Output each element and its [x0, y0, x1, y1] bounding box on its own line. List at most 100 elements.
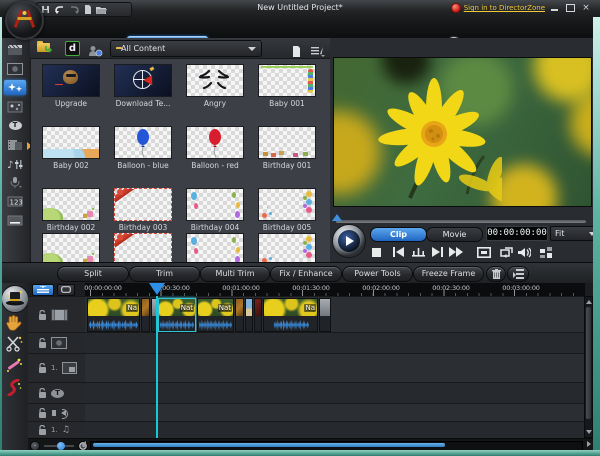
zoom-slider[interactable]: [44, 442, 74, 450]
magic-cut-icon[interactable]: [5, 335, 23, 356]
preview-seek-bar[interactable]: [336, 220, 586, 223]
library-item-balloon-red[interactable]: Balloon - red: [181, 126, 249, 170]
zoom-slider-thumb[interactable]: [57, 442, 65, 450]
library-item-birthday-001[interactable]: Birthday 001: [253, 126, 321, 170]
timeline-clip[interactable]: Na: [87, 298, 140, 332]
magic-style-icon[interactable]: [5, 378, 23, 400]
library-item-angry[interactable]: Angry: [181, 64, 249, 108]
next-frame-button[interactable]: [429, 246, 445, 258]
library-item-baby-002[interactable]: Baby 002: [37, 126, 105, 170]
subtitle-room-icon[interactable]: [4, 213, 26, 228]
timeline-clip-selected[interactable]: Nat: [158, 298, 196, 332]
movie-mode-button[interactable]: Movie: [426, 227, 483, 242]
timeline-view-button[interactable]: [32, 283, 54, 296]
signin-directorzone-link[interactable]: Sign in to DirectorZone: [450, 3, 545, 13]
library-item-partial[interactable]: [253, 233, 321, 263]
open-project-icon[interactable]: [96, 5, 107, 14]
lock-icon[interactable]: [38, 338, 47, 348]
delete-button[interactable]: [486, 266, 506, 282]
magic-fix-icon[interactable]: [5, 357, 23, 378]
content-filter-dropdown[interactable]: All Content: [110, 40, 262, 57]
library-item-partial[interactable]: [109, 233, 177, 263]
scroll-left-icon[interactable]: [82, 441, 86, 447]
transition-room-icon[interactable]: [4, 137, 26, 152]
library-item-birthday-002[interactable]: Birthday 002: [37, 188, 105, 232]
voiceover-room-icon[interactable]: [4, 175, 26, 190]
video-track[interactable]: Na Nat Nat Na: [85, 296, 584, 333]
directorzone-icon[interactable]: d: [65, 41, 80, 56]
undo-icon[interactable]: [54, 5, 65, 14]
fix-enhance-button[interactable]: Fix / Enhance: [270, 266, 342, 282]
scroll-right-icon[interactable]: [587, 441, 591, 447]
timeline-clip[interactable]: Na: [263, 298, 318, 332]
dual-preview-button[interactable]: [498, 246, 514, 258]
pip-objects-room-icon[interactable]: [4, 80, 26, 95]
import-media-icon[interactable]: [37, 41, 53, 53]
library-item-birthday-004[interactable]: Birthday 004: [181, 188, 249, 232]
timecode-display[interactable]: 00:00:00:00: [486, 226, 548, 241]
scroll-down-icon[interactable]: [586, 430, 592, 434]
voice-track[interactable]: [85, 403, 584, 422]
audio-mixing-room-icon[interactable]: ♪: [4, 156, 26, 171]
timeline-clip[interactable]: [141, 298, 150, 332]
library-item-partial[interactable]: [37, 233, 105, 263]
chapter-room-icon[interactable]: 123: [4, 194, 26, 209]
library-item-upgrade[interactable]: Upgrade: [37, 64, 105, 108]
new-project-icon[interactable]: [84, 5, 92, 14]
vertical-scrollbar-thumb[interactable]: [586, 307, 591, 419]
jog-button[interactable]: [410, 246, 426, 258]
title-track[interactable]: [85, 382, 584, 404]
freeze-frame-button[interactable]: Freeze Frame: [413, 266, 484, 282]
pip-track-header[interactable]: 1.: [28, 353, 85, 382]
library-item-download-templates[interactable]: Download Te...: [109, 64, 177, 108]
playhead-marker[interactable]: [149, 283, 165, 295]
horizontal-scrollbar-thumb[interactable]: [93, 443, 445, 447]
scroll-up-icon[interactable]: [586, 300, 592, 304]
clip-mode-button[interactable]: Clip: [370, 227, 427, 242]
maximize-button[interactable]: [564, 3, 576, 13]
preview-quality-button[interactable]: [538, 246, 554, 258]
lock-icon[interactable]: [38, 309, 47, 320]
power-tools-button[interactable]: Power Tools: [342, 266, 413, 282]
music-track-header[interactable]: 1. ♫: [28, 421, 85, 438]
library-item-birthday-003[interactable]: Birthday 003: [109, 188, 177, 232]
redo-icon[interactable]: [69, 5, 80, 14]
timeline-clip[interactable]: [254, 298, 262, 332]
lock-icon[interactable]: [38, 425, 47, 435]
minimize-button[interactable]: [548, 3, 560, 13]
timeline-clip[interactable]: [245, 298, 253, 332]
lock-icon[interactable]: [38, 363, 47, 373]
effect-track[interactable]: [85, 332, 584, 354]
voice-track-header[interactable]: [28, 403, 85, 421]
play-button[interactable]: [332, 224, 366, 258]
send-to-timeline-button[interactable]: [507, 266, 529, 282]
media-room-icon[interactable]: [4, 42, 26, 57]
magic-movie-wizard-icon[interactable]: [1, 285, 29, 313]
lock-icon[interactable]: [38, 407, 47, 418]
fast-forward-button[interactable]: [448, 246, 464, 258]
pip-track[interactable]: [85, 353, 584, 383]
vertical-scrollbar[interactable]: [584, 296, 593, 438]
music-track[interactable]: [85, 421, 584, 439]
drag-tool-icon[interactable]: [4, 314, 22, 335]
split-button[interactable]: Split: [57, 266, 129, 282]
particle-room-icon[interactable]: [4, 99, 26, 114]
lock-icon[interactable]: [38, 388, 47, 398]
library-item-balloon-blue[interactable]: Balloon - blue: [109, 126, 177, 170]
timeline-clip[interactable]: [235, 298, 244, 332]
title-track-header[interactable]: T: [28, 382, 85, 403]
volume-button[interactable]: [516, 246, 532, 258]
video-track-header[interactable]: [28, 296, 85, 332]
previous-frame-button[interactable]: [390, 246, 406, 258]
preview-seek-thumb[interactable]: [332, 214, 342, 221]
stop-button[interactable]: [368, 246, 384, 258]
library-item-baby-001[interactable]: Baby 001: [253, 64, 321, 108]
title-room-icon[interactable]: T: [4, 118, 26, 133]
storyboard-view-button[interactable]: [57, 283, 75, 296]
effect-room-icon[interactable]: [4, 61, 26, 76]
playhead-line[interactable]: [156, 296, 158, 438]
timeline-clip[interactable]: [319, 298, 331, 332]
effect-track-header[interactable]: [28, 332, 85, 353]
trim-button[interactable]: Trim: [129, 266, 200, 282]
multi-trim-button[interactable]: Multi Trim: [200, 266, 270, 282]
